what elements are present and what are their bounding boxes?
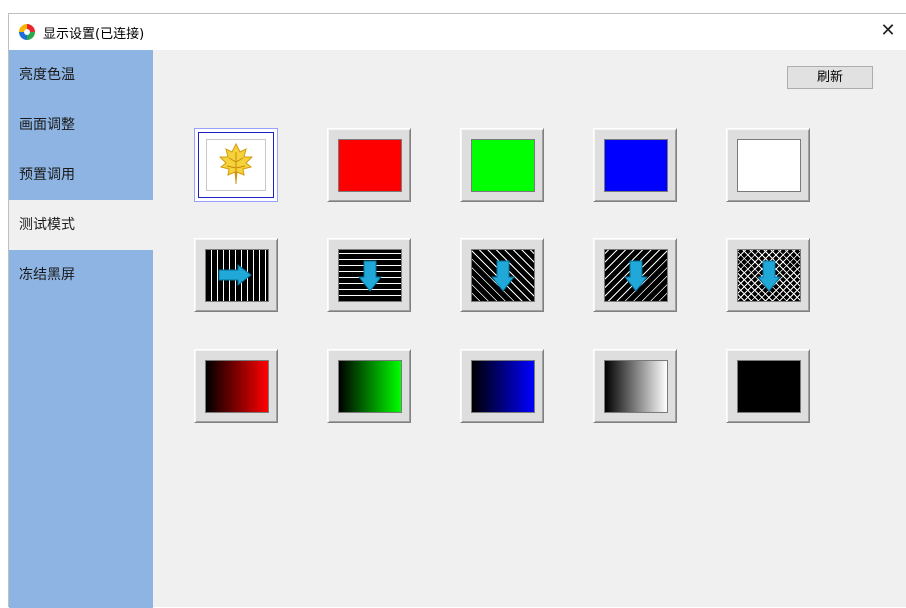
blue-swatch (604, 139, 668, 192)
green-swatch (471, 139, 535, 192)
crosshatch-swatch (737, 249, 801, 302)
pattern-crosshatch-grid[interactable] (726, 238, 810, 312)
sidebar-item-test-mode[interactable]: 测试模式 (9, 200, 153, 250)
pattern-horizontal-lines[interactable] (327, 238, 411, 312)
pattern-solid-white[interactable] (726, 128, 810, 202)
pattern-gradient-blue[interactable] (460, 349, 544, 423)
sidebar-item-brightness[interactable]: 亮度色温 (9, 50, 153, 100)
pattern-gradient-gray[interactable] (593, 349, 677, 423)
pattern-diagonal-lines-right[interactable] (460, 238, 544, 312)
title-bar: 显示设置(已连接) ✕ (9, 14, 906, 50)
pattern-diagonal-lines-left[interactable] (593, 238, 677, 312)
arrow-down-icon (624, 260, 648, 292)
close-icon[interactable]: ✕ (874, 18, 902, 44)
white-swatch (737, 139, 801, 192)
pattern-gradient-red[interactable] (194, 349, 278, 423)
arrow-down-icon (491, 260, 515, 292)
red-gradient-swatch (205, 360, 269, 413)
pattern-leaf-logo[interactable] (194, 128, 278, 202)
leaf-logo-icon (206, 139, 266, 191)
pattern-vertical-lines[interactable] (194, 238, 278, 312)
diagonal-right-swatch (471, 249, 535, 302)
black-swatch (737, 360, 801, 413)
sidebar-item-freeze-black[interactable]: 冻结黑屏 (9, 250, 153, 300)
arrow-right-icon (218, 264, 252, 286)
pattern-solid-black[interactable] (726, 349, 810, 423)
pattern-solid-red[interactable] (327, 128, 411, 202)
sidebar: 亮度色温 画面调整 预置调用 测试模式 冻结黑屏 (9, 50, 153, 608)
blue-gradient-swatch (471, 360, 535, 413)
green-gradient-swatch (338, 360, 402, 413)
gray-gradient-swatch (604, 360, 668, 413)
arrow-down-icon (358, 260, 382, 292)
app-color-wheel-icon (19, 24, 35, 40)
sidebar-item-presets[interactable]: 预置调用 (9, 150, 153, 200)
diagonal-left-swatch (604, 249, 668, 302)
pattern-gradient-green[interactable] (327, 349, 411, 423)
vertical-lines-swatch (205, 249, 269, 302)
horizontal-lines-swatch (338, 249, 402, 302)
arrow-down-icon (757, 260, 781, 292)
sidebar-item-picture-adjust[interactable]: 画面调整 (9, 100, 153, 150)
pattern-solid-blue[interactable] (593, 128, 677, 202)
window-title: 显示设置(已连接) (43, 27, 145, 42)
display-settings-window: 显示设置(已连接) ✕ 亮度色温 画面调整 预置调用 测试模式 冻结黑屏 刷新 (8, 13, 906, 608)
refresh-button[interactable]: 刷新 (787, 66, 873, 89)
pattern-solid-green[interactable] (460, 128, 544, 202)
red-swatch (338, 139, 402, 192)
